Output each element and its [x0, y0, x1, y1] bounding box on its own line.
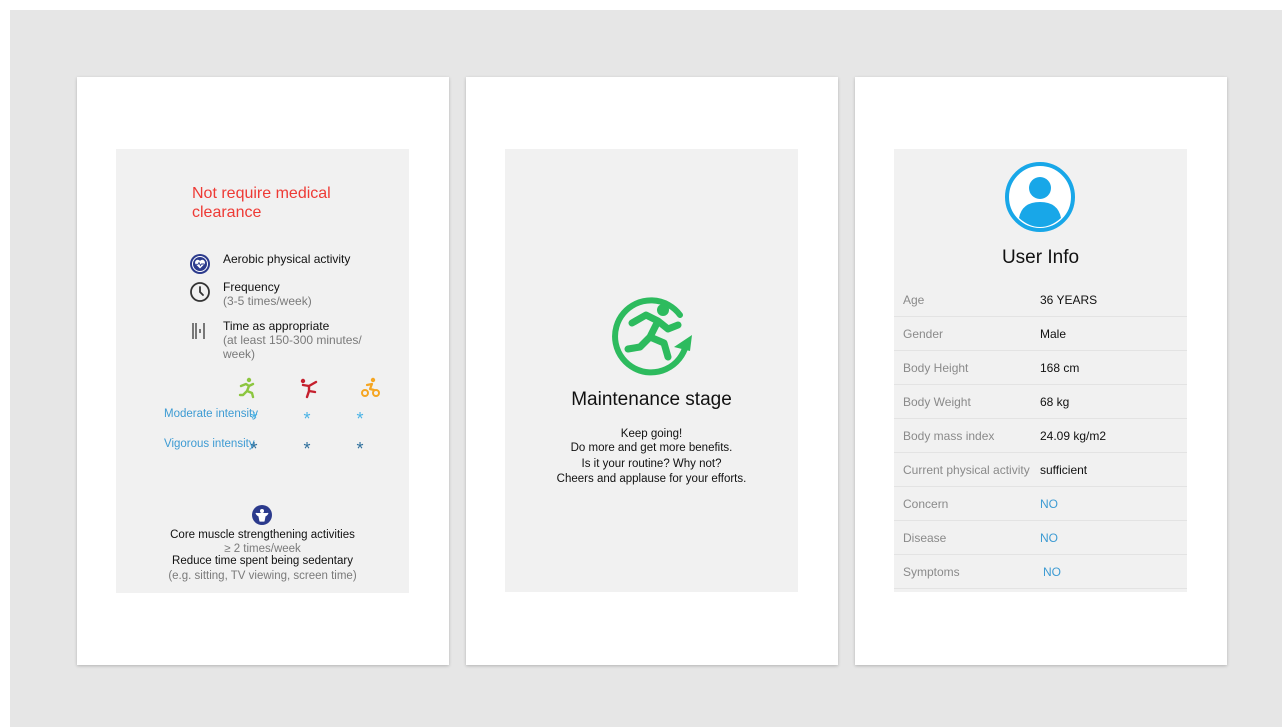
sedentary-examples: (e.g. sitting, TV viewing, screen time)	[168, 570, 357, 582]
frequency-label: Frequency	[223, 280, 280, 294]
info-label: Body mass index	[903, 429, 995, 443]
clock-icon	[188, 280, 212, 304]
info-label: Age	[903, 293, 925, 307]
running-icon	[237, 377, 259, 399]
moderate-star-running: *	[250, 409, 258, 429]
moderate-star-dancing: *	[303, 409, 311, 429]
info-row-physical-activity: Current physical activity sufficient	[894, 453, 1187, 487]
info-row-symptoms: Symptoms NO	[894, 555, 1187, 589]
info-row-bmi: Body mass index 24.09 kg/m2	[894, 419, 1187, 453]
frequency-detail: (3-5 times/week)	[223, 294, 312, 308]
info-row-gender: Gender Male	[894, 317, 1187, 351]
user-avatar-icon	[1004, 161, 1076, 233]
info-label: Gender	[903, 327, 944, 341]
activity-guideline-card: Not require medical clearance Aerobic ph…	[77, 77, 449, 665]
info-value: 24.09 kg/m2	[1040, 429, 1107, 443]
time-label: Time as appropriate	[223, 319, 330, 333]
moderate-star-cycling: *	[356, 409, 364, 429]
stage-message-3: Is it your routine? Why not?	[581, 458, 722, 470]
info-row-concern: Concern NO	[894, 487, 1187, 521]
stage-message-1: Keep going!	[620, 428, 683, 440]
moderate-intensity-label: Moderate intensity	[164, 408, 258, 420]
info-row-disease: Disease NO	[894, 521, 1187, 555]
info-value: sufficient	[1040, 463, 1088, 477]
heart-pulse-icon	[188, 252, 212, 276]
vigorous-stars: * * *	[247, 440, 367, 458]
strength-icon	[251, 504, 273, 526]
info-label: Concern	[903, 497, 949, 511]
time-detail: (at least 150-300 minutes/ week)	[223, 333, 362, 361]
user-info-card: User Info Age 36 YEARS Gender Male Body …	[855, 77, 1227, 665]
moderate-stars: * * *	[247, 410, 367, 428]
user-info-screen: User Info Age 36 YEARS Gender Male Body …	[894, 149, 1187, 592]
stage-message-4: Cheers and applause for your efforts.	[556, 473, 747, 485]
stage-screen: Maintenance stage Keep going! Do more an…	[505, 149, 798, 592]
stage-card: Maintenance stage Keep going! Do more an…	[466, 77, 838, 665]
user-info-title: User Info	[1001, 247, 1080, 268]
info-label: Body Weight	[903, 395, 971, 409]
aerobic-label: Aerobic physical activity	[223, 252, 351, 266]
guideline-screen: Not require medical clearance Aerobic ph…	[116, 149, 409, 593]
info-row-body-height: Body Height 168 cm	[894, 351, 1187, 385]
frequency-row: Frequency (3-5 times/week)	[188, 280, 388, 308]
info-value: 36 YEARS	[1040, 293, 1098, 307]
info-value: 168 cm	[1040, 361, 1080, 375]
info-value: NO	[1043, 565, 1061, 579]
info-label: Disease	[903, 531, 947, 545]
maintenance-cycle-icon	[602, 285, 700, 383]
info-row-body-weight: Body Weight 68 kg	[894, 385, 1187, 419]
activity-icons	[237, 377, 381, 399]
info-value: Male	[1040, 327, 1067, 341]
sedentary-text: Reduce time spent being sedentary	[172, 555, 353, 567]
vigorous-star-running: *	[250, 439, 258, 459]
info-value: NO	[1040, 531, 1058, 545]
info-row-age: Age 36 YEARS	[894, 283, 1187, 317]
info-label: Symptoms	[903, 565, 960, 579]
aerobic-row: Aerobic physical activity	[188, 252, 388, 276]
info-value: NO	[1040, 497, 1058, 511]
core-title: Core muscle strengthening activities	[170, 529, 355, 541]
clearance-title: Not require medical clearance	[192, 185, 331, 221]
stage-message-2: Do more and get more benefits.	[570, 442, 733, 454]
info-value: 68 kg	[1040, 395, 1070, 409]
info-label: Current physical activity	[903, 463, 1030, 477]
duration-bars-icon	[188, 319, 212, 343]
vigorous-star-cycling: *	[356, 439, 364, 459]
time-row: Time as appropriate (at least 150-300 mi…	[188, 319, 388, 361]
vigorous-star-dancing: *	[303, 439, 311, 459]
dancing-icon	[298, 377, 320, 399]
cycling-icon	[359, 377, 381, 399]
vigorous-intensity-label: Vigorous intensity	[164, 438, 255, 450]
stage-title: Maintenance stage	[571, 389, 732, 410]
info-label: Body Height	[903, 361, 969, 375]
